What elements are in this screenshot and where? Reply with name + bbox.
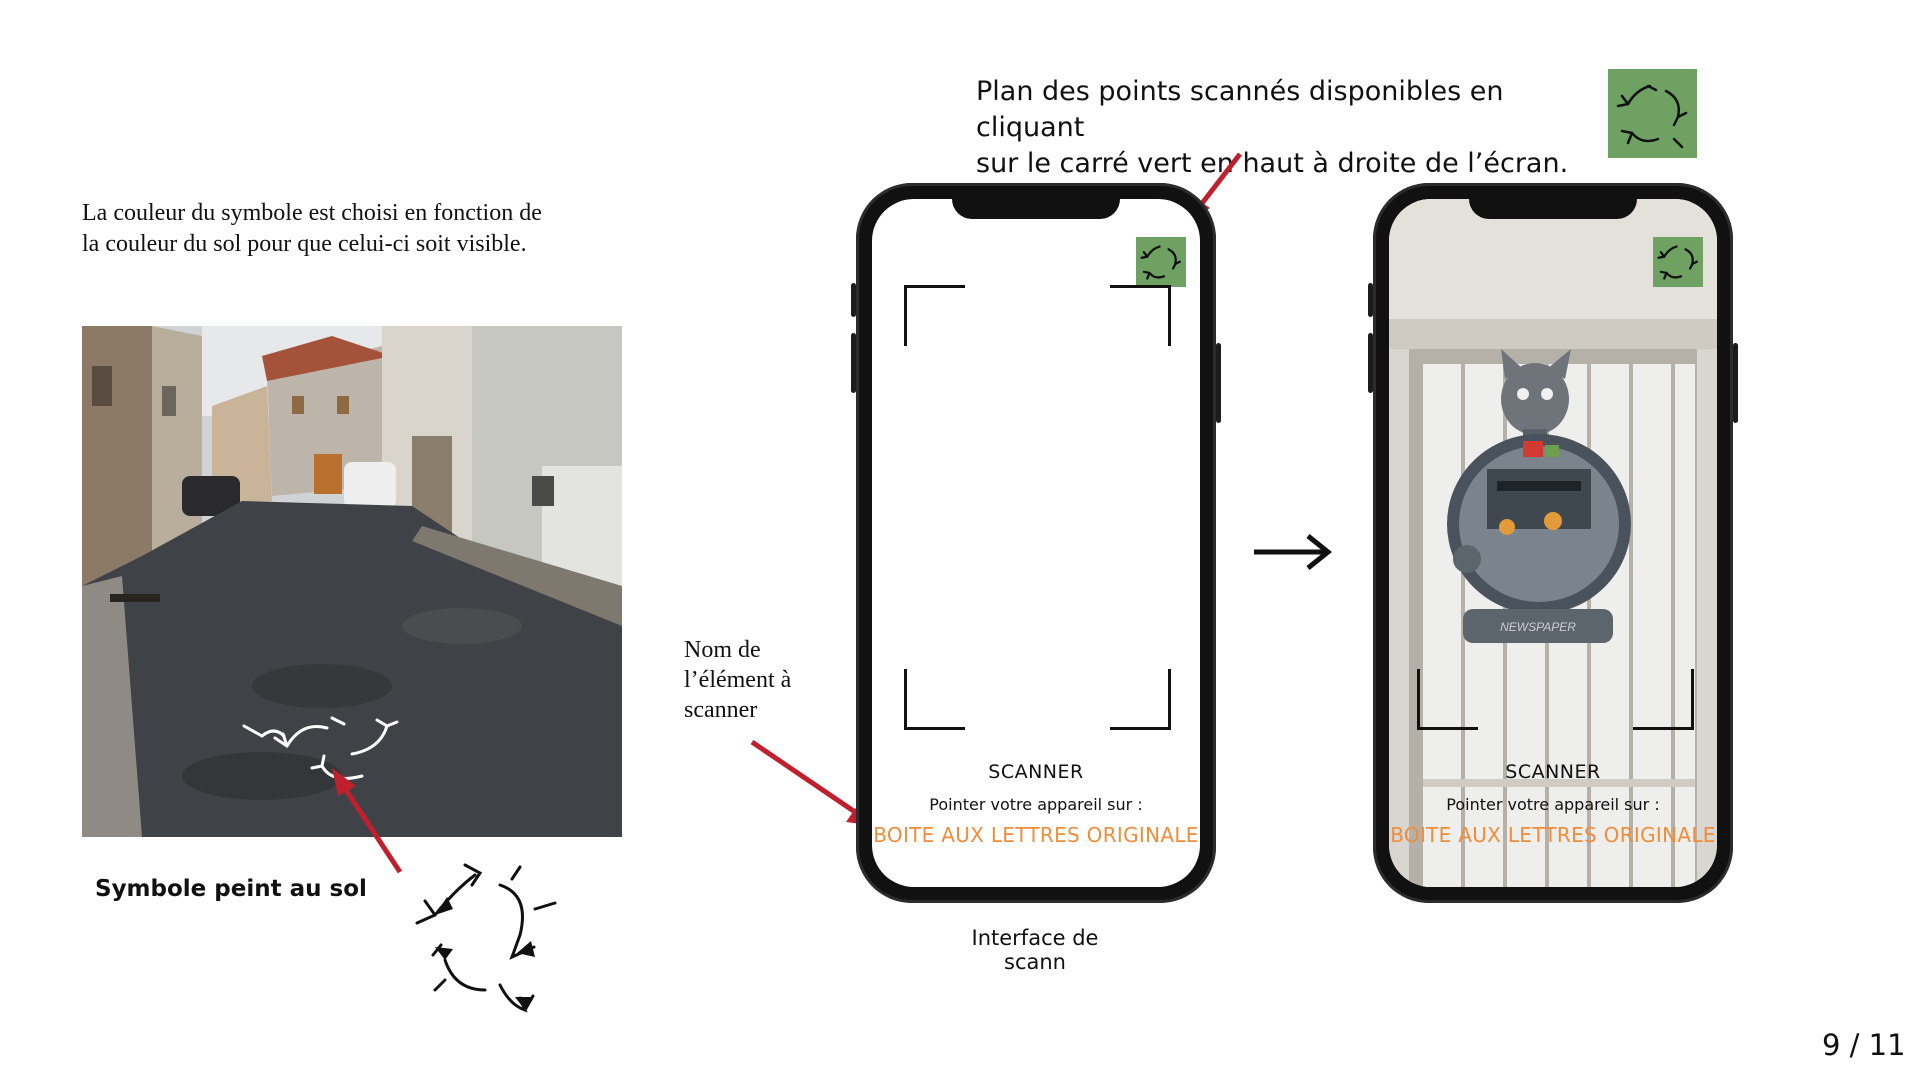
plan-note-line-2: sur le carré vert en haut à droite de l’… (976, 148, 1569, 179)
triple-arrow-symbol-icon (1608, 69, 1697, 158)
intro-line-1: La couleur du symbole est choisi en fonc… (82, 200, 542, 226)
result-title: SCANNER (1505, 761, 1601, 783)
scan-title: SCANNER (988, 761, 1084, 783)
element-label: Nom de l’élément à scanner (684, 635, 844, 725)
intro-text: La couleur du symbole est choisi en fonc… (82, 198, 642, 260)
phone-power-button (1216, 343, 1221, 423)
mailbox-text: NEWSPAPER (1500, 620, 1576, 634)
phone-scan-result: NEWSPAPER SCANNER Pointer votre appareil… (1368, 183, 1738, 903)
phone-side-button (1368, 283, 1373, 317)
intro-line-2: la couleur du sol pour que celui-ci soit… (82, 231, 527, 257)
mailbox-photo: NEWSPAPER (1389, 199, 1717, 887)
element-label-line-3: scanner (684, 697, 758, 723)
scan-result-screen: NEWSPAPER SCANNER Pointer votre appareil… (1389, 199, 1717, 887)
scan-instruction: Pointer votre appareil sur : (929, 795, 1143, 814)
element-label-line-1: Nom de (684, 637, 761, 663)
map-button-icon[interactable] (1136, 237, 1186, 287)
scan-frame-corner-bl (1417, 669, 1478, 730)
plan-note: Plan des points scannés disponibles en c… (976, 74, 1596, 182)
scan-frame-corner-tr (1110, 285, 1171, 346)
painted-symbol-icon (415, 863, 557, 1013)
phone-volume-button (1368, 333, 1373, 393)
scan-target: BOITE AUX LETTRES ORIGINALE (873, 823, 1199, 847)
result-instruction: Pointer votre appareil sur : (1446, 795, 1660, 814)
phone-volume-button (851, 333, 856, 393)
result-target: BOITE AUX LETTRES ORIGINALE (1390, 823, 1716, 847)
scan-frame-corner-bl (904, 669, 965, 730)
arrow-right-icon (1254, 534, 1333, 570)
red-pointer-arrow-symbol (332, 768, 403, 874)
scan-frame-corner-br (1633, 669, 1694, 730)
phone-side-button (851, 283, 856, 317)
phone-power-button (1733, 343, 1738, 423)
symbol-caption: Symbole peint au sol (95, 876, 367, 902)
phone-notch (1469, 199, 1637, 219)
scan-frame-corner-br (1110, 669, 1171, 730)
scan-caption: Interface de scann (971, 926, 1099, 974)
scan-frame-corner-tl (904, 285, 965, 346)
scan-screen: SCANNER Pointer votre appareil sur : BOI… (872, 199, 1200, 887)
phone-scan-interface: SCANNER Pointer votre appareil sur : BOI… (851, 183, 1221, 903)
plan-note-line-1: Plan des points scannés disponibles en c… (976, 76, 1504, 143)
map-button-icon[interactable] (1653, 237, 1703, 287)
phone-notch (952, 199, 1120, 219)
element-label-line-2: l’élément à (684, 667, 792, 693)
page-number: 9 / 11 (1822, 1028, 1906, 1062)
